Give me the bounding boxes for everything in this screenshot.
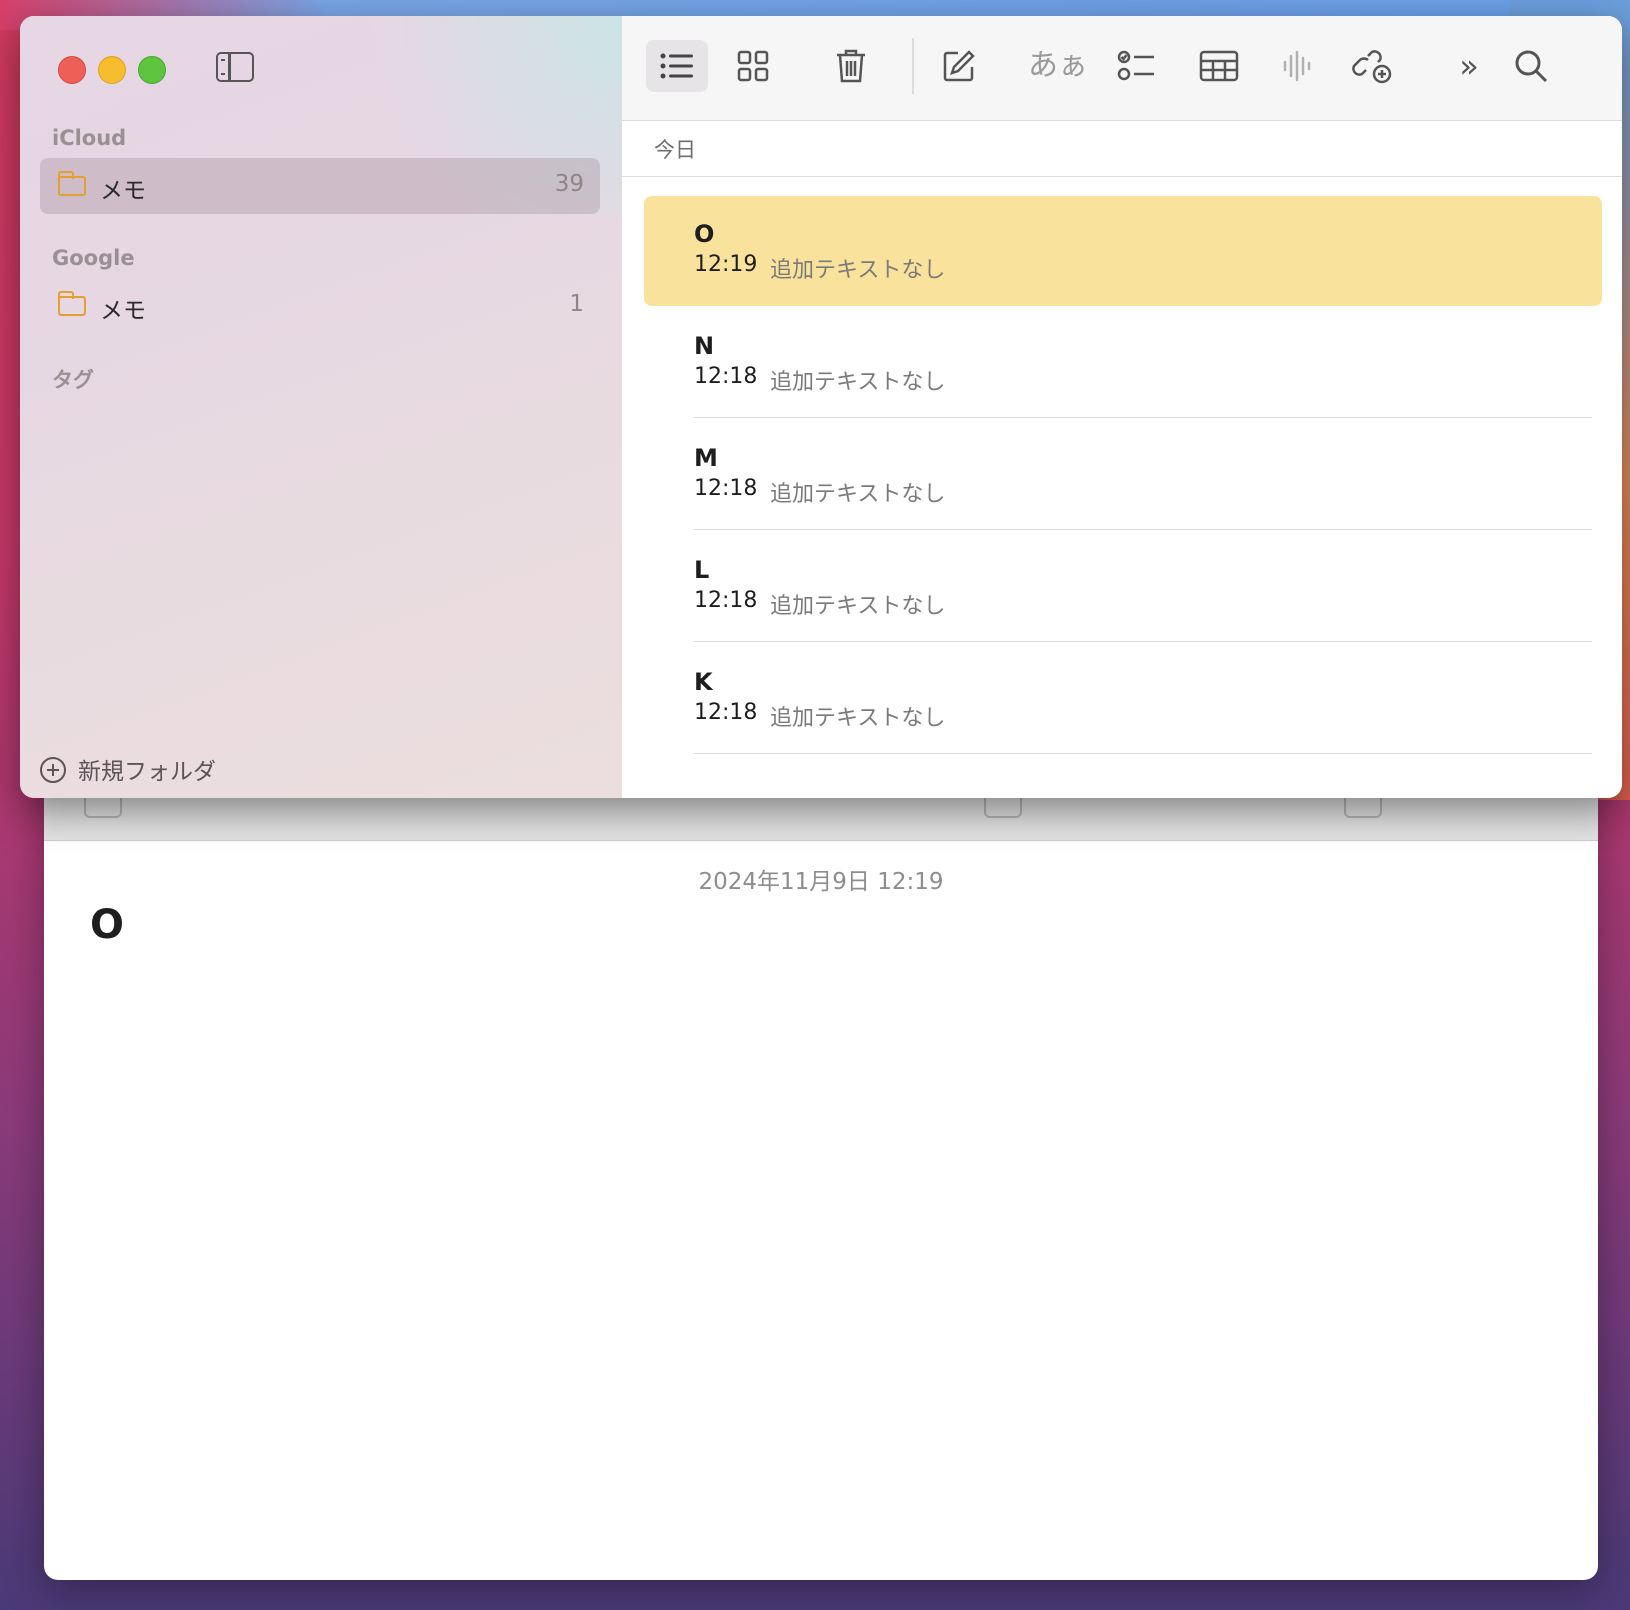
sidebar: iCloud メモ 39 Google メモ 1 タグ 新規フォルダ xyxy=(20,16,623,798)
toolbar-ghost-icon xyxy=(984,798,1022,818)
section-header-today: 今日 xyxy=(622,120,1622,177)
list-view-icon[interactable] xyxy=(646,40,708,92)
note-title: M xyxy=(694,444,718,472)
checklist-icon[interactable] xyxy=(1106,40,1168,92)
folder-name: メモ xyxy=(100,298,146,324)
note-preview: 追加テキストなし xyxy=(770,370,946,395)
note-list-item[interactable]: O 12:19 追加テキストなし xyxy=(644,196,1602,306)
divider xyxy=(694,753,1592,754)
note-time: 12:18 xyxy=(694,700,758,725)
folder-count: 39 xyxy=(554,171,584,197)
close-button[interactable] xyxy=(58,56,86,84)
more-icon[interactable]: » xyxy=(1438,40,1500,92)
notes-window: iCloud メモ 39 Google メモ 1 タグ 新規フォルダ あぁ » … xyxy=(20,16,1622,798)
audio-icon[interactable] xyxy=(1266,40,1328,92)
note-preview: 追加テキストなし xyxy=(770,258,946,283)
folder-icon xyxy=(58,291,86,316)
note-title: N xyxy=(694,332,715,360)
sidebar-item-google-memo[interactable]: メモ 1 xyxy=(40,278,600,334)
maximize-button[interactable] xyxy=(138,56,166,84)
note-date: 2024年11月9日 12:19 xyxy=(698,869,944,895)
note-time: 12:18 xyxy=(694,476,758,501)
divider xyxy=(694,529,1592,530)
section-label-icloud: iCloud xyxy=(52,126,127,150)
note-preview: 追加テキストなし xyxy=(770,594,946,619)
note-title: K xyxy=(694,668,713,696)
gallery-view-icon[interactable] xyxy=(722,40,784,92)
note-list-item[interactable]: L 12:18 追加テキストなし xyxy=(644,532,1602,642)
note-list-item[interactable]: M 12:18 追加テキストなし xyxy=(644,420,1602,530)
sidebar-item-icloud-memo[interactable]: メモ 39 xyxy=(40,158,600,214)
section-label-tags: タグ xyxy=(52,368,94,392)
note-time: 12:19 xyxy=(694,252,758,277)
section-label-google: Google xyxy=(52,246,135,270)
toolbar-ghost-icon xyxy=(1344,798,1382,818)
note-list-pane: あぁ » 今日 O 12:19 追加テキストなし N 12:18 追加テキストな… xyxy=(622,16,1622,798)
note-editor-window: 2024年11月9日 12:19 O xyxy=(44,780,1598,1580)
note-title: O xyxy=(694,220,715,248)
note-list-item[interactable]: N 12:18 追加テキストなし xyxy=(644,308,1602,418)
note-list-item[interactable]: K 12:18 追加テキストなし xyxy=(644,644,1602,754)
note-preview: 追加テキストなし xyxy=(770,482,946,507)
trash-icon[interactable] xyxy=(820,40,882,92)
toolbar-separator xyxy=(912,38,914,94)
search-icon[interactable] xyxy=(1500,40,1562,92)
new-folder-button[interactable]: 新規フォルダ xyxy=(40,752,216,786)
note-time: 12:18 xyxy=(694,588,758,613)
folder-count: 1 xyxy=(569,291,584,317)
minimize-button[interactable] xyxy=(98,56,126,84)
compose-icon[interactable] xyxy=(928,40,990,92)
share-collab-icon[interactable] xyxy=(1342,40,1404,92)
sidebar-toggle-icon[interactable] xyxy=(216,52,254,82)
folder-icon xyxy=(58,171,86,196)
toolbar: あぁ » xyxy=(622,16,1622,121)
new-folder-label: 新規フォルダ xyxy=(78,759,216,785)
section-header-label: 今日 xyxy=(654,138,696,162)
toolbar-ghost-icon xyxy=(84,798,122,818)
note-time: 12:18 xyxy=(694,364,758,389)
divider xyxy=(694,641,1592,642)
format-icon[interactable]: あぁ xyxy=(1018,40,1098,92)
note-body-title[interactable]: O xyxy=(90,902,124,948)
table-icon[interactable] xyxy=(1188,40,1250,92)
note-title: L xyxy=(694,556,710,584)
divider xyxy=(694,417,1592,418)
plus-circle-icon xyxy=(40,757,66,783)
note-preview: 追加テキストなし xyxy=(770,706,946,731)
folder-name: メモ xyxy=(100,178,146,204)
